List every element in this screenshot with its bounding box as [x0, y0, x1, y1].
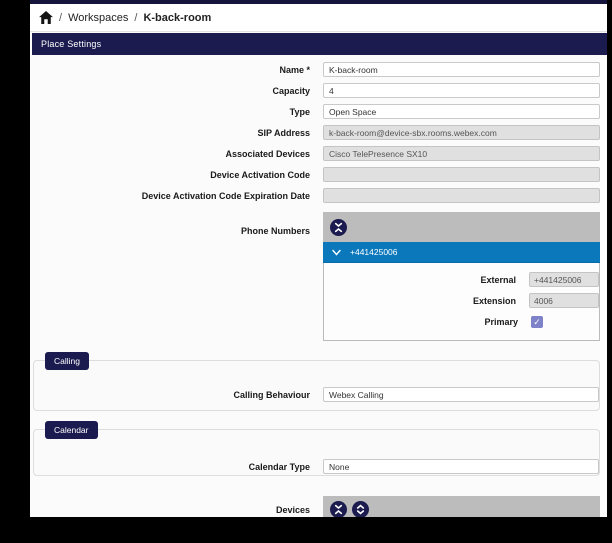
calling-behaviour-field[interactable]	[322, 387, 599, 402]
form-row: Device Activation Code Expiration Date	[30, 185, 607, 206]
associated-devices-field[interactable]	[323, 146, 600, 161]
calendar-type-label: Calendar Type	[248, 461, 310, 472]
external-field[interactable]	[529, 272, 599, 287]
form-row: Capacity	[30, 80, 607, 101]
phone-number-detail-panel: External Extension Primary ✓	[323, 263, 600, 341]
phone-number-item[interactable]: +441425006	[323, 242, 600, 263]
form-field-label: Capacity	[272, 85, 310, 96]
capacity-field[interactable]	[323, 83, 600, 98]
app-window: / Workspaces / K-back-room Place Setting…	[30, 0, 607, 517]
phone-numbers-toolbar	[323, 212, 600, 242]
breadcrumb-workspaces[interactable]: Workspaces	[68, 12, 128, 24]
form-field-label: Associated Devices	[225, 148, 310, 159]
chevron-down-icon	[332, 248, 341, 257]
breadcrumb-separator: /	[59, 11, 63, 24]
devices-toolbar	[323, 496, 600, 517]
collapse-all-icon[interactable]	[330, 501, 347, 517]
form-row: Name *	[30, 59, 607, 80]
form-row: SIP Address	[30, 122, 607, 143]
form-field-label: Device Activation Code	[210, 169, 310, 180]
primary-checkbox[interactable]: ✓	[531, 315, 543, 328]
calling-behaviour-label: Calling Behaviour	[233, 389, 310, 400]
breadcrumb: / Workspaces / K-back-room	[30, 4, 607, 32]
name-field[interactable]	[323, 62, 600, 77]
place-settings-form: Name * Capacity Type SIP Address Associa…	[30, 59, 607, 517]
phone-numbers-row: Phone Numbers +441425006 External +44142…	[30, 212, 607, 341]
form-field-label: Type	[289, 106, 310, 117]
tab-place-settings[interactable]: Place Settings	[32, 33, 607, 55]
calendar-section-badge: Calendar	[45, 421, 98, 439]
type-field[interactable]	[323, 104, 600, 119]
form-row: Device Activation Code	[30, 164, 607, 185]
phone-numbers-label: Phone Numbers	[240, 226, 310, 236]
devices-row: Devices	[30, 496, 607, 517]
calendar-type-field[interactable]	[322, 459, 599, 474]
breadcrumb-separator: /	[134, 11, 138, 24]
phone-number-item-label: +441425006	[350, 247, 398, 257]
device-activation-code-field[interactable]	[323, 167, 600, 182]
external-label: External	[480, 274, 516, 285]
extension-field[interactable]	[529, 293, 599, 308]
form-row: Associated Devices	[30, 143, 607, 164]
form-field-label: SIP Address	[257, 127, 310, 138]
home-icon[interactable]	[39, 11, 53, 24]
sip-address-field[interactable]	[323, 125, 600, 140]
calendar-section: Calendar Calendar Type	[33, 421, 600, 476]
devices-label: Devices	[275, 504, 310, 515]
collapse-all-icon[interactable]	[330, 218, 347, 236]
device-activation-code-expiration-date-field[interactable]	[323, 188, 600, 203]
extension-label: Extension	[472, 295, 516, 306]
calling-section-badge: Calling	[45, 352, 89, 370]
tab-place-settings-label: Place Settings	[41, 39, 102, 49]
primary-label: Primary	[484, 316, 518, 327]
expand-all-icon[interactable]	[352, 501, 369, 517]
form-field-label: Name *	[279, 64, 310, 75]
breadcrumb-current-workspace: K-back-room	[143, 11, 212, 24]
phone-numbers-widget: +441425006 External Extension Primary ✓	[323, 212, 600, 341]
form-field-label: Device Activation Code Expiration Date	[141, 190, 310, 201]
form-row: Type	[30, 101, 607, 122]
calling-section: Calling Calling Behaviour	[33, 352, 600, 411]
